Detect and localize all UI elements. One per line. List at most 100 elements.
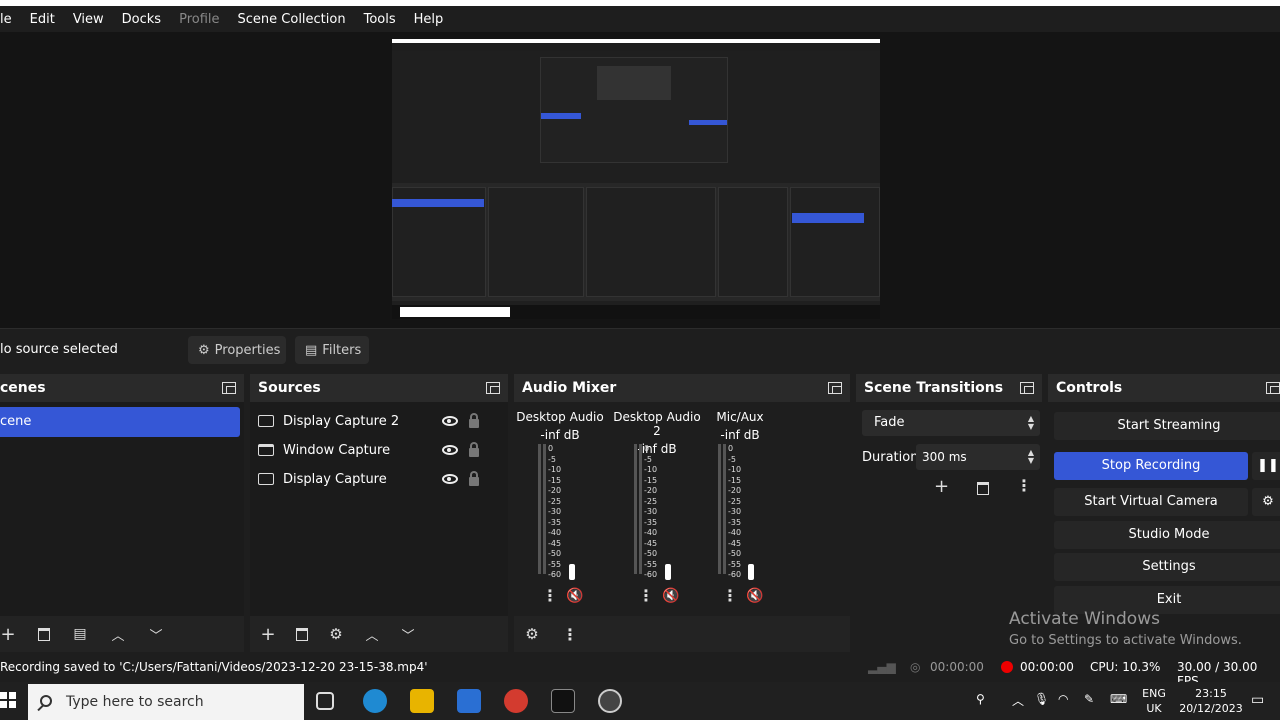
add-icon[interactable]: + (0, 624, 16, 645)
menu-file[interactable]: le (0, 12, 21, 27)
visibility-eye-icon[interactable] (442, 416, 458, 426)
menu-help[interactable]: Help (405, 12, 453, 27)
trash-icon[interactable] (296, 627, 308, 641)
chevron-up-icon[interactable]: ︿ (110, 625, 126, 644)
pen-icon[interactable]: ✎ (1084, 692, 1094, 706)
add-icon[interactable]: + (934, 476, 949, 497)
muted-speaker-icon[interactable]: 🔇 (566, 588, 583, 604)
db-tick-label: -50 (644, 549, 658, 558)
muted-speaker-icon[interactable]: 🔇 (662, 588, 679, 604)
properties-button[interactable]: ⚙ Properties (188, 336, 286, 364)
taskbar-search-input[interactable]: Type here to search (28, 684, 304, 720)
menu-tools[interactable]: Tools (355, 12, 405, 27)
preview-nested-dock (586, 187, 716, 297)
obs-icon[interactable] (598, 689, 622, 713)
volume-fader[interactable] (665, 564, 671, 580)
db-scale: 0 -5 -10 -15 -20 -25 -30 -35 -40 -45 -50 -55 -60 (728, 444, 741, 581)
lock-icon[interactable] (469, 413, 479, 428)
people-icon[interactable]: ⚲ (976, 692, 985, 706)
channel-menu-icon[interactable]: ⋮ (722, 586, 738, 605)
scenes-list: cene (0, 402, 244, 616)
sources-dock: Sources Display Capture 2 Window Capture… (250, 374, 508, 652)
gear-icon[interactable]: ⚙ (524, 625, 540, 643)
channel-menu-icon[interactable]: ⋮ (638, 586, 654, 605)
chevron-up-icon[interactable]: ︿ (364, 625, 380, 644)
windows-taskbar: Type here to search ⚲ ︿ 🎙 ◠ ✎ ⌨ ENG UK 2… (0, 682, 1280, 720)
undock-icon[interactable] (486, 382, 500, 394)
microphone-icon[interactable]: 🎙 (1034, 692, 1049, 706)
transition-select[interactable]: Fade ▲ ▼ (862, 410, 1040, 436)
chevron-up-icon[interactable]: ︿ (1012, 692, 1024, 709)
region-code: UK (1146, 702, 1162, 715)
menu-dots-icon[interactable]: ⋮ (562, 625, 578, 644)
menu-profile[interactable]: Profile (170, 12, 228, 27)
visibility-eye-icon[interactable] (442, 445, 458, 455)
db-tick-label: -40 (728, 528, 742, 537)
keyboard-icon[interactable]: ⌨ (1110, 692, 1127, 706)
windows-start-icon[interactable] (0, 692, 16, 708)
start-virtual-camera-button[interactable]: Start Virtual Camera (1054, 488, 1248, 516)
undock-icon[interactable] (222, 382, 236, 394)
chevron-down-icon[interactable]: ﹀ (400, 625, 416, 644)
db-tick-label: -25 (548, 496, 562, 506)
mixer-toolbar: ⚙ ⋮ (514, 616, 850, 652)
undock-icon[interactable] (1020, 382, 1034, 394)
edge-icon[interactable] (363, 689, 387, 713)
menu-docks[interactable]: Docks (113, 12, 170, 27)
db-tick-label: -60 (548, 570, 562, 579)
notification-icon[interactable]: ▭ (1251, 692, 1264, 708)
source-row[interactable]: Display Capture (258, 465, 498, 493)
start-streaming-button[interactable]: Start Streaming (1054, 412, 1280, 440)
stop-recording-button[interactable]: Stop Recording (1054, 452, 1248, 480)
db-tick-label: -40 (548, 528, 562, 537)
sources-title: Sources (258, 380, 321, 396)
system-clock[interactable]: 23:15 20/12/2023 (1178, 686, 1244, 716)
gear-icon[interactable]: ⚙ (328, 625, 344, 643)
terminal-icon[interactable] (551, 689, 575, 713)
chevron-down-icon[interactable]: ﹀ (148, 625, 164, 644)
file-explorer-icon[interactable] (410, 689, 434, 713)
menu-scene-collection[interactable]: Scene Collection (229, 12, 355, 27)
filters-button[interactable]: ▤ Filters (295, 336, 369, 364)
muted-speaker-icon[interactable]: 🔇 (746, 588, 763, 604)
settings-button[interactable]: Settings (1054, 553, 1280, 581)
volume-fader[interactable] (748, 564, 754, 580)
db-tick-label: -20 (548, 486, 562, 495)
virtual-camera-settings-button[interactable]: ⚙ (1252, 488, 1280, 516)
gear-icon: ⚙ (1262, 494, 1274, 509)
lock-icon[interactable] (469, 442, 479, 457)
studio-mode-button[interactable]: Studio Mode (1054, 521, 1280, 549)
trash-icon[interactable] (38, 627, 50, 641)
spin-arrows-icon[interactable]: ▲ ▼ (1028, 449, 1034, 465)
audio-mixer-title: Audio Mixer (522, 380, 617, 396)
store-icon[interactable] (457, 689, 481, 713)
lock-icon[interactable] (469, 471, 479, 486)
db-tick-label: -60 (728, 570, 742, 579)
db-tick-label: -55 (548, 559, 562, 569)
duration-spinbox[interactable]: 300 ms ▲ ▼ (916, 444, 1040, 470)
scene-item[interactable]: cene (0, 407, 240, 437)
volume-fader[interactable] (569, 564, 575, 580)
chrome-icon[interactable] (504, 689, 528, 713)
task-view-icon[interactable] (316, 692, 334, 710)
menu-dots-icon[interactable]: ⋮ (1016, 476, 1032, 495)
menu-edit[interactable]: Edit (21, 12, 64, 27)
add-icon[interactable]: + (260, 624, 276, 645)
input-language[interactable]: ENG UK (1140, 686, 1168, 716)
visibility-eye-icon[interactable] (442, 474, 458, 484)
preview-area[interactable] (0, 32, 1280, 328)
db-tick-label: -20 (728, 486, 742, 495)
channel-menu-icon[interactable]: ⋮ (542, 586, 558, 605)
pause-recording-button[interactable]: ❚❚ (1252, 452, 1280, 480)
wifi-icon[interactable]: ◠ (1058, 692, 1068, 706)
trash-icon[interactable] (977, 482, 989, 495)
db-scale: 0 -5 -10 -15 -20 -25 -30 -35 -40 -45 -50 -55 -60 (644, 444, 657, 581)
source-row[interactable]: Window Capture (258, 436, 498, 464)
source-name: Window Capture (283, 442, 391, 458)
filter-icon[interactable]: ▤ (72, 626, 88, 642)
recording-time: 00:00:00 (1020, 660, 1074, 674)
source-row[interactable]: Display Capture 2 (258, 407, 498, 435)
undock-icon[interactable] (1266, 382, 1280, 394)
undock-icon[interactable] (828, 382, 842, 394)
menu-view[interactable]: View (64, 12, 113, 27)
